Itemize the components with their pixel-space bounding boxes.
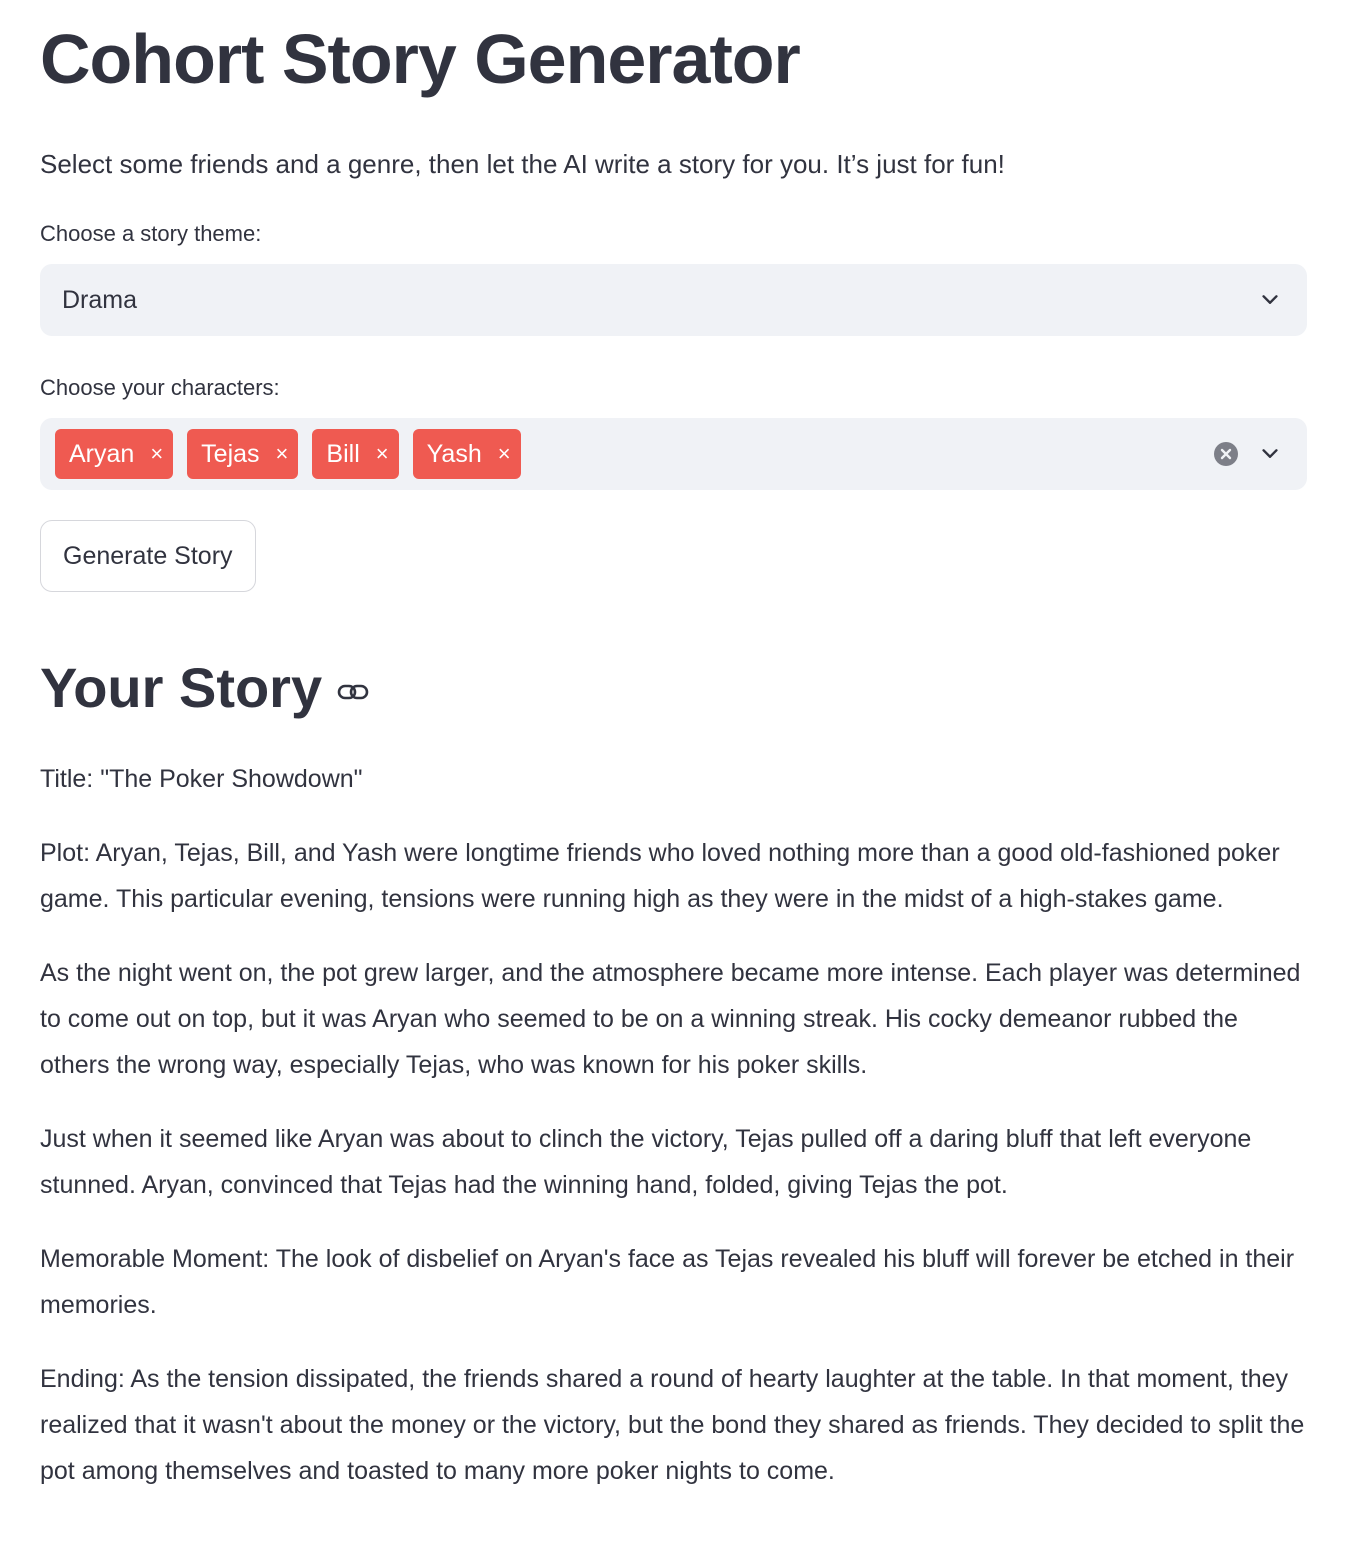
theme-select[interactable]: Drama	[40, 264, 1307, 336]
chevron-down-icon[interactable]	[1259, 443, 1281, 465]
story-paragraph: Ending: As the tension dissipated, the f…	[40, 1365, 1305, 1485]
story-heading: Your Story	[40, 650, 1307, 726]
story-title-line: Title: "The Poker Showdown"	[40, 765, 363, 793]
story-paragraph: As the night went on, the pot grew large…	[40, 959, 1301, 1079]
story-heading-text: Your Story	[40, 656, 323, 719]
character-chip-yash: Yash ×	[412, 429, 521, 479]
story-body: Title: "The Poker Showdown" Plot: Aryan,…	[40, 756, 1307, 1494]
story-paragraph: Just when it seemed like Aryan was about…	[40, 1125, 1252, 1199]
character-chip-aryan: Aryan ×	[55, 429, 174, 479]
remove-chip-icon[interactable]: ×	[376, 443, 389, 465]
character-chip-bill: Bill ×	[312, 429, 399, 479]
main-content: Cohort Story Generator Select some frien…	[40, 0, 1307, 1522]
story-paragraph: Plot: Aryan, Tejas, Bill, and Yash were …	[40, 839, 1280, 913]
generate-story-button[interactable]: Generate Story	[40, 520, 256, 592]
page-title: Cohort Story Generator	[40, 20, 801, 98]
theme-select-value: Drama	[62, 285, 138, 314]
story-paragraph: Memorable Moment: The look of disbelief …	[40, 1245, 1295, 1319]
remove-chip-icon[interactable]: ×	[498, 443, 511, 465]
character-chip-tejas: Tejas ×	[187, 429, 299, 479]
chip-label: Tejas	[201, 439, 260, 468]
characters-multiselect[interactable]: Aryan × Tejas × Bill × Yash ×	[40, 418, 1307, 490]
remove-chip-icon[interactable]: ×	[150, 443, 163, 465]
chip-label: Yash	[426, 439, 482, 468]
chip-label: Bill	[326, 439, 360, 468]
characters-select-label: Choose your characters:	[40, 375, 280, 400]
clear-all-icon[interactable]	[1213, 441, 1239, 467]
theme-select-label: Choose a story theme:	[40, 221, 262, 246]
page-subtitle: Select some friends and a genre, then le…	[40, 149, 1005, 179]
chevron-down-icon[interactable]	[1259, 289, 1281, 311]
remove-chip-icon[interactable]: ×	[276, 443, 289, 465]
chip-label: Aryan	[69, 439, 135, 468]
link-icon[interactable]	[336, 675, 370, 709]
